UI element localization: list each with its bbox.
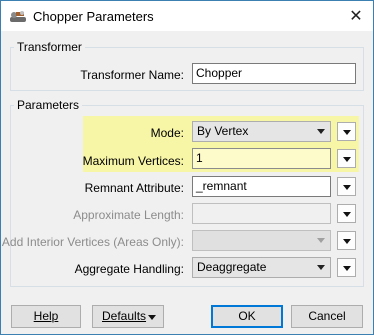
chevron-down-icon (343, 185, 351, 190)
cancel-button[interactable]: Cancel (291, 305, 363, 328)
mode-select[interactable]: By Vertex (192, 121, 331, 142)
help-button[interactable]: Help (11, 305, 81, 328)
transformer-name-label: Transformer Name: (80, 68, 184, 82)
chevron-down-icon (317, 129, 325, 134)
chevron-down-icon (343, 266, 351, 271)
chevron-down-icon (148, 315, 156, 320)
remnant-attribute-menu-button[interactable] (337, 177, 356, 196)
approximate-length-label: Approximate Length: (73, 208, 184, 222)
max-vertices-label: Maximum Vertices: (82, 154, 184, 168)
approximate-length-input (192, 203, 331, 224)
ok-button-label: OK (238, 309, 256, 323)
mode-label: Mode: (150, 126, 184, 140)
interior-vertices-select (192, 230, 331, 251)
max-vertices-menu-button[interactable] (337, 149, 356, 168)
defaults-button[interactable]: Defaults (92, 305, 164, 328)
close-button[interactable]: ✕ (345, 5, 367, 27)
transformer-name-input[interactable]: Chopper (192, 63, 356, 84)
mode-menu-button[interactable] (337, 122, 356, 141)
chevron-down-icon (343, 130, 351, 135)
mode-select-value: By Vertex (197, 124, 249, 138)
chevron-down-icon (317, 238, 325, 243)
parameters-group-label: Parameters (14, 98, 83, 112)
dialog-window: Chopper Parameters ✕ Transformer Transfo… (0, 0, 374, 335)
chevron-down-icon (343, 212, 351, 217)
help-button-label: Help (33, 309, 59, 323)
close-icon: ✕ (349, 8, 363, 25)
defaults-button-label: Defaults (102, 309, 147, 323)
interior-vertices-menu-button[interactable] (337, 231, 356, 250)
interior-vertices-label: Add Interior Vertices (Areas Only): (1, 235, 184, 249)
window-title: Chopper Parameters (33, 9, 154, 24)
chevron-down-icon (317, 265, 325, 270)
title-bar: Chopper Parameters ✕ (1, 1, 373, 31)
remnant-attribute-label: Remnant Attribute: (84, 181, 184, 195)
aggregate-handling-label: Aggregate Handling: (74, 262, 184, 276)
cancel-button-label: Cancel (308, 309, 346, 323)
remnant-attribute-input[interactable]: _remnant (192, 176, 331, 197)
ok-button[interactable]: OK (211, 305, 283, 328)
aggregate-handling-menu-button[interactable] (337, 258, 356, 277)
chevron-down-icon (343, 157, 351, 162)
max-vertices-input[interactable]: 1 (192, 148, 331, 169)
transformer-group-label: Transformer (14, 40, 85, 54)
chevron-down-icon (343, 239, 351, 244)
fme-transformer-icon (10, 11, 26, 22)
approximate-length-menu-button[interactable] (337, 204, 356, 223)
aggregate-handling-select[interactable]: Deaggregate (192, 257, 331, 278)
aggregate-handling-select-value: Deaggregate (197, 260, 267, 274)
